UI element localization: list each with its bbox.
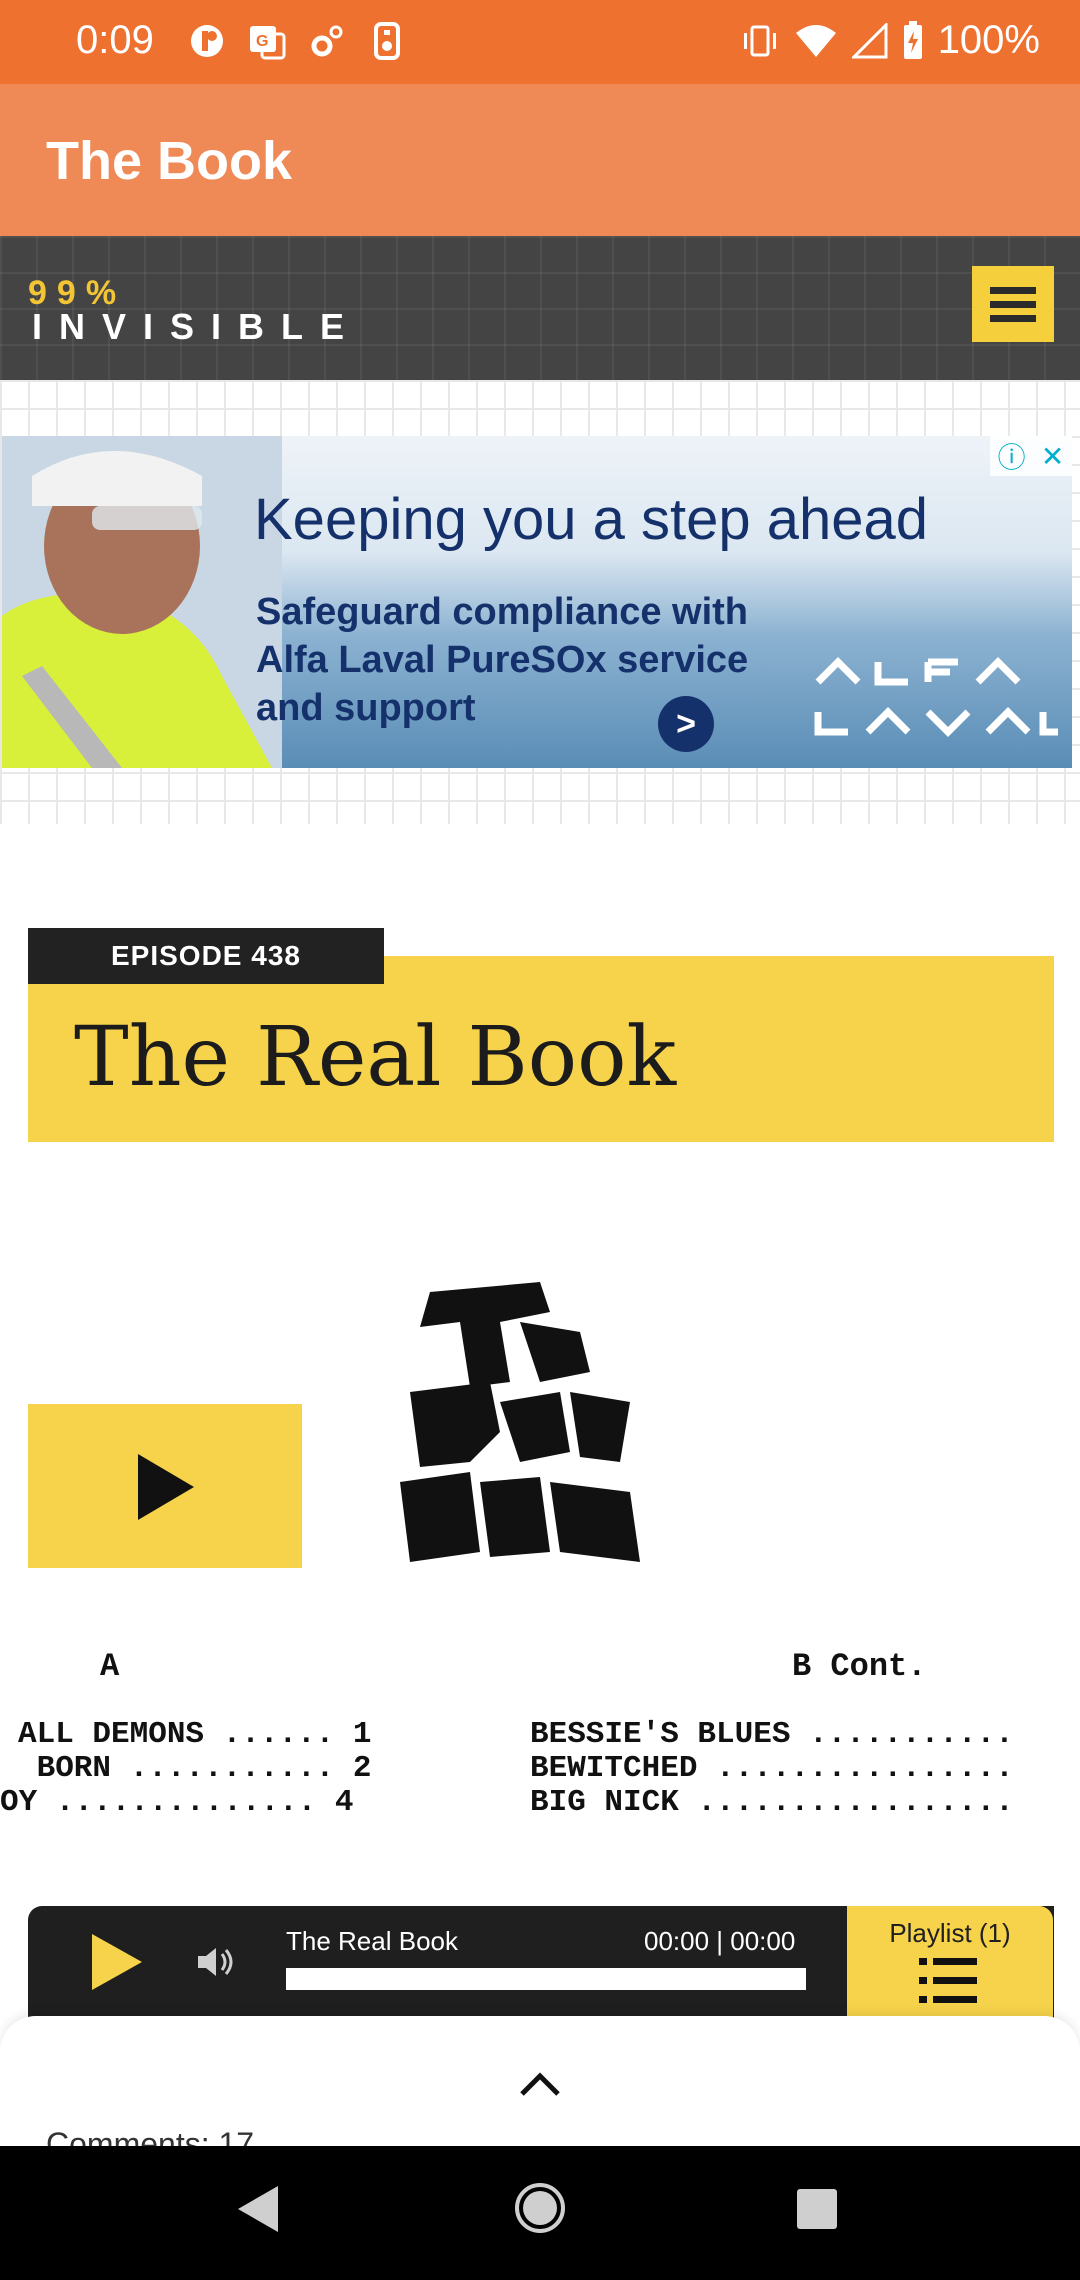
status-notification-icons: G (188, 22, 406, 60)
index-column-a-header: A (100, 1648, 120, 1685)
status-system-icons: 100% (740, 18, 1040, 63)
index-column-b-row: BIG NICK ................. (530, 1785, 1014, 1820)
player-track-title: The Real Book (286, 1926, 458, 1956)
episode-play-button[interactable] (28, 1404, 302, 1568)
status-bar: 0:09 G 100% (0, 0, 1080, 84)
app-bar-title: The Book (46, 131, 293, 191)
index-column-b-row: BEWITCHED ................ (530, 1751, 1014, 1786)
playlist-button[interactable]: Playlist (1) (847, 1906, 1053, 2018)
settings-icon (308, 22, 346, 60)
player-progress-bar[interactable] (286, 1968, 806, 1990)
vibrate-icon (743, 25, 776, 56)
index-column-a-row: BORN ........... 2 (18, 1751, 372, 1786)
ad-headline: Keeping you a step ahead (254, 487, 928, 552)
worker-image (2, 436, 282, 768)
info-icon[interactable]: ⓘ (998, 436, 1026, 476)
index-column-a-row: ALL DEMONS ...... 1 (18, 1717, 372, 1752)
real-book-logo (400, 1282, 640, 1562)
index-column-b-row: BESSIE'S BLUES ........... (530, 1717, 1014, 1752)
volume-icon[interactable] (196, 1944, 238, 1980)
recents-icon[interactable] (796, 2188, 838, 2230)
ad-choices[interactable]: ⓘ ✕ (990, 436, 1072, 476)
playlist-label: Playlist (1) (889, 1918, 1011, 1948)
advertisement-banner[interactable]: Keeping you a step ahead Safeguard compl… (2, 436, 1072, 768)
hamburger-icon (990, 286, 1036, 294)
ad-arrow-button[interactable]: > (658, 696, 714, 752)
status-time: 0:09 (76, 18, 154, 62)
app-bar: The Book (0, 84, 1080, 236)
play-icon (138, 1454, 194, 1520)
player-time-display: 00:00 | 00:00 (644, 1926, 796, 1956)
system-nav-bar (0, 2146, 1080, 2280)
site-logo-name[interactable]: INVISIBLE (32, 306, 361, 348)
comments-count[interactable]: Comments: 17 (46, 2126, 254, 2146)
wifi-icon (795, 24, 836, 57)
battery-percent: 100% (937, 18, 1040, 62)
svg-text:G: G (256, 33, 268, 50)
episode-title: The Real Book (74, 1010, 677, 1105)
index-column-b-header: B Cont. (792, 1648, 927, 1685)
home-icon[interactable] (514, 2182, 566, 2234)
list-icon (919, 1958, 977, 2003)
notification-icon (188, 22, 226, 60)
player-play-button[interactable] (88, 1932, 144, 1992)
translate-icon: G (248, 22, 286, 60)
episode-number-label: EPISODE 438 (28, 928, 384, 984)
alfa-laval-logo (814, 657, 1058, 737)
chevron-up-icon[interactable] (518, 2070, 562, 2098)
index-column-a-row: OY .............. 4 (0, 1785, 354, 1820)
close-icon[interactable]: ✕ (1041, 440, 1064, 473)
signal-icon (851, 22, 888, 58)
accessibility-icon (368, 22, 406, 60)
site-header: 99% INVISIBLE (0, 236, 1080, 380)
battery-charging-icon (903, 20, 922, 59)
comments-bottom-sheet[interactable]: Comments: 17 (0, 2016, 1080, 2146)
hamburger-menu-button[interactable] (972, 266, 1054, 342)
back-icon[interactable] (236, 2184, 280, 2234)
